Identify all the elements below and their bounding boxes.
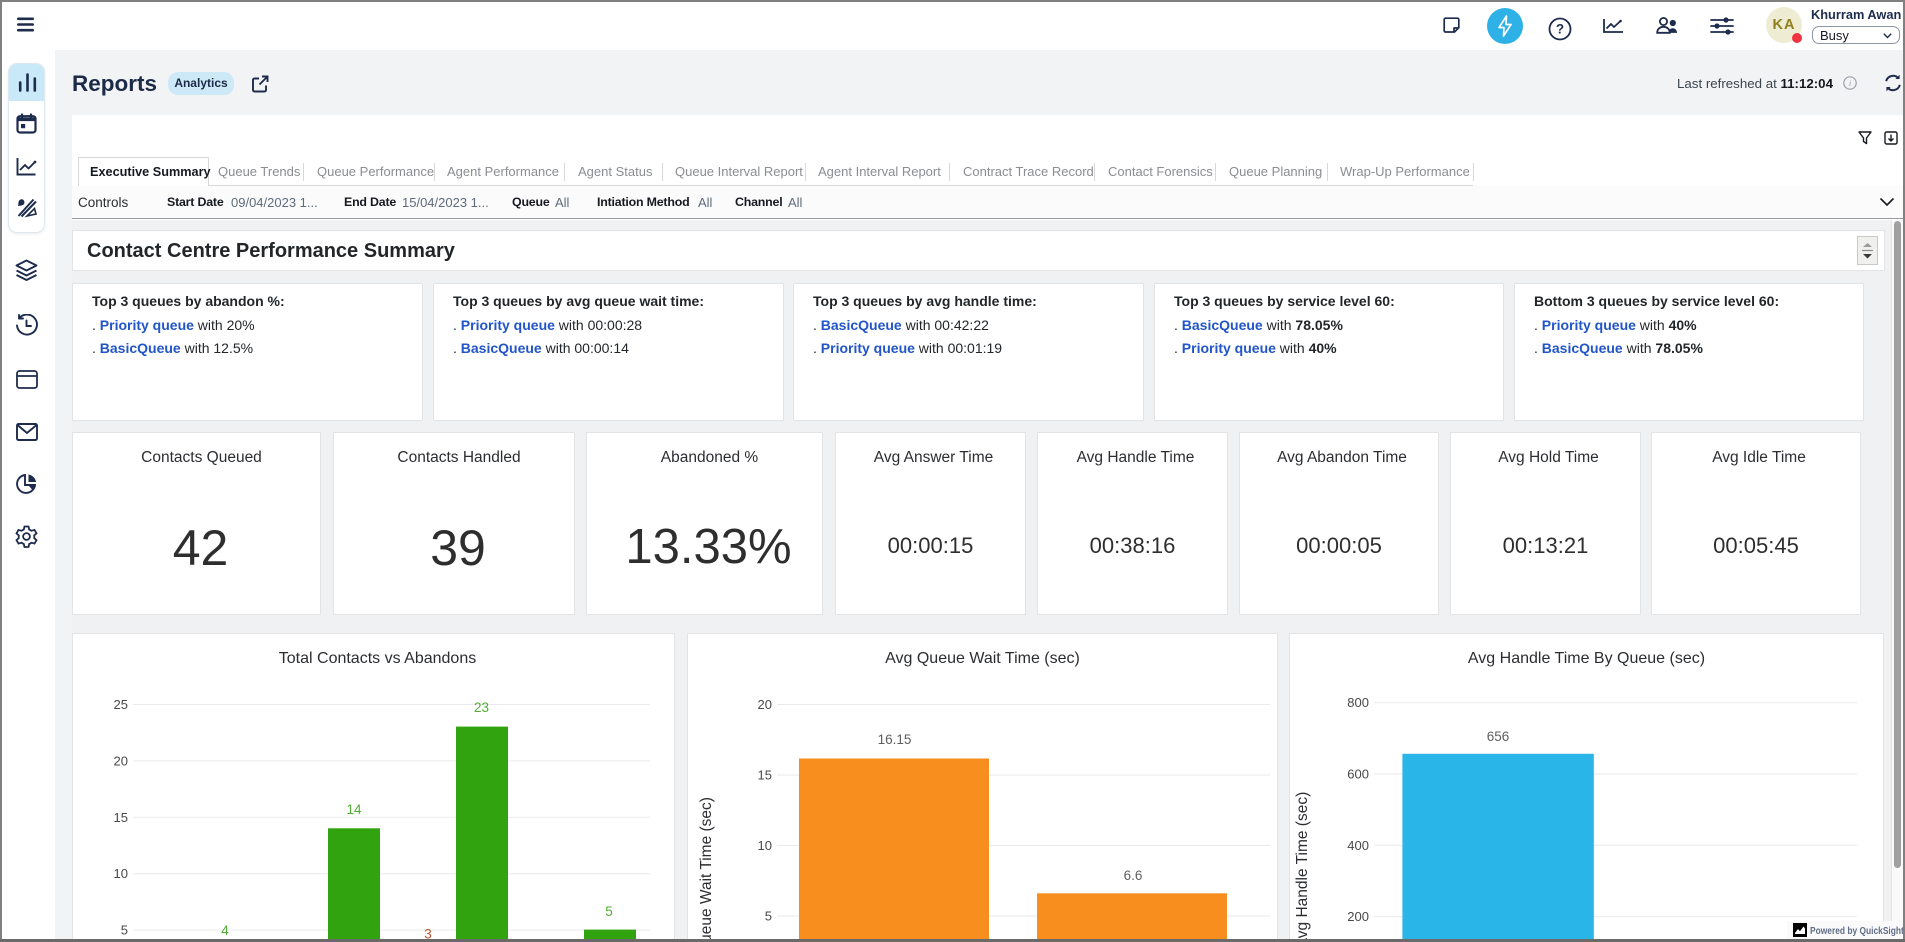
svg-text:15: 15 [758,768,772,783]
svg-text:23: 23 [474,700,489,715]
svg-text:14: 14 [346,802,362,817]
svg-text:4: 4 [221,923,229,938]
svg-text:Avg Handle Time (sec): Avg Handle Time (sec) [1294,792,1311,942]
svg-text:25: 25 [114,697,128,712]
svg-text:10: 10 [114,866,128,881]
svg-text:800: 800 [1347,695,1369,710]
svg-text:16.15: 16.15 [878,732,912,747]
svg-text:400: 400 [1347,838,1369,853]
svg-text:5: 5 [765,909,772,924]
svg-text:Queue Wait Time (sec): Queue Wait Time (sec) [698,797,715,942]
svg-text:10: 10 [758,838,772,853]
svg-text:5: 5 [121,923,128,938]
svg-text:20: 20 [114,753,128,768]
svg-text:i: i [1849,78,1852,88]
svg-text:6.6: 6.6 [1124,868,1143,883]
svg-text:200: 200 [1347,909,1369,924]
svg-text:600: 600 [1347,767,1369,782]
svg-text:5: 5 [605,904,613,919]
svg-text:20: 20 [758,697,772,712]
svg-text:656: 656 [1487,729,1510,744]
svg-text:?: ? [1556,22,1564,37]
svg-text:15: 15 [114,810,128,825]
